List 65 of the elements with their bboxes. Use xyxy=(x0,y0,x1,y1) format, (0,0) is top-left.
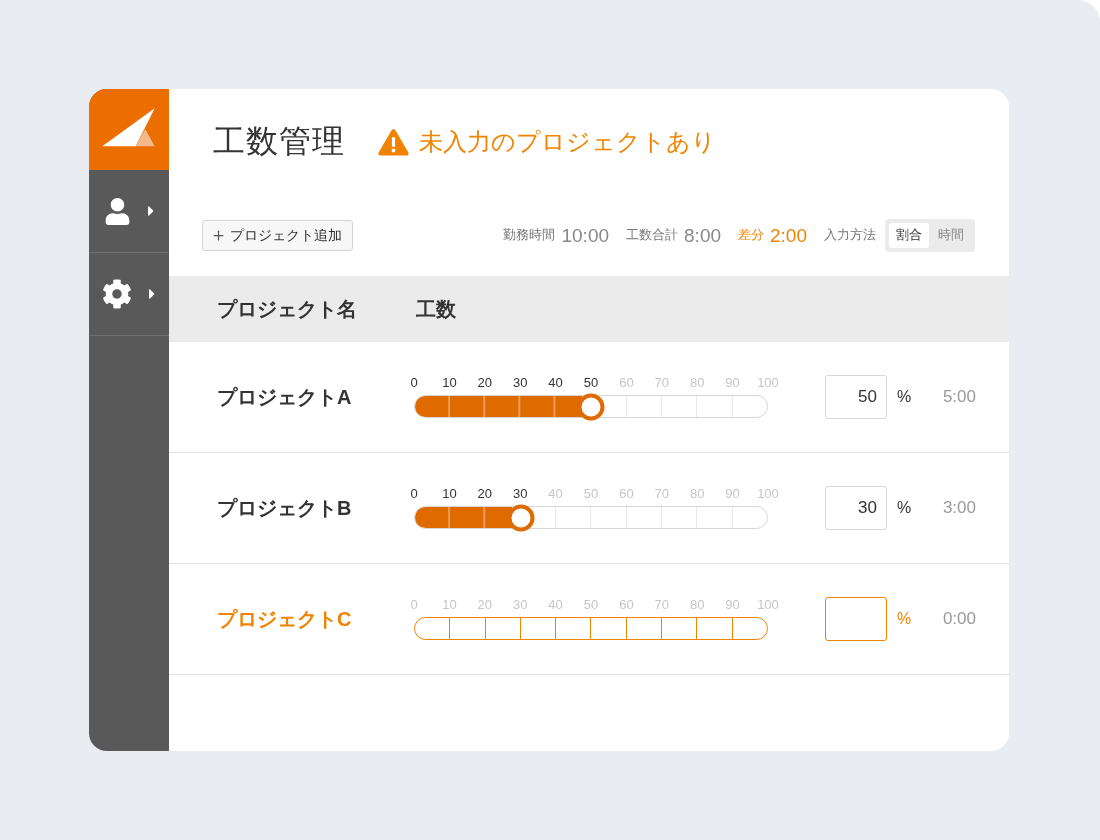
warning-icon xyxy=(378,128,409,156)
scale-label: 100 xyxy=(757,598,779,612)
stat-label: 差分 xyxy=(738,227,764,244)
scale-label: 70 xyxy=(654,598,669,612)
hours-value: 5:00 xyxy=(942,387,976,407)
stat-label: 工数合計 xyxy=(626,227,679,244)
scale-label: 50 xyxy=(583,487,599,501)
scale-label: 30 xyxy=(512,376,528,390)
stat-value: 10:00 xyxy=(561,224,610,247)
scale-label: 0 xyxy=(410,598,418,612)
scale-label: 40 xyxy=(548,598,563,612)
user-icon xyxy=(103,197,131,225)
percent-input[interactable]: 50 xyxy=(825,375,887,419)
percent-unit: % xyxy=(897,610,912,628)
plus-icon xyxy=(211,228,226,243)
project-name: プロジェクトA xyxy=(217,384,353,410)
percent-unit: % xyxy=(897,499,912,517)
scale-label: 0 xyxy=(410,376,418,390)
scale-label: 80 xyxy=(689,598,705,612)
stat-label: 勤務時間 xyxy=(503,227,556,244)
scale-label: 80 xyxy=(689,376,705,390)
scale-label: 30 xyxy=(512,487,528,501)
scale-label: 0 xyxy=(410,487,418,501)
scale-label: 10 xyxy=(442,376,457,390)
scale-label: 10 xyxy=(442,598,457,612)
slider-track[interactable] xyxy=(414,395,768,418)
stat-value: 8:00 xyxy=(684,224,721,247)
scale-label: 70 xyxy=(654,376,669,390)
scale-label: 20 xyxy=(477,487,493,501)
scale-label: 60 xyxy=(619,376,634,390)
column-header: プロジェクト名 xyxy=(217,296,358,322)
scale-label: 70 xyxy=(654,487,669,501)
scale-label: 40 xyxy=(548,487,563,501)
column-header: 工数 xyxy=(416,296,456,322)
warning-message: 未入力のプロジェクトあり xyxy=(419,127,716,157)
scale-label: 100 xyxy=(757,487,779,501)
project-name: プロジェクトC xyxy=(217,606,353,632)
hours-value: 0:00 xyxy=(942,609,976,629)
project-name: プロジェクトB xyxy=(217,495,353,521)
input-mode-label: 入力方法 xyxy=(824,227,876,244)
scale-label: 60 xyxy=(619,598,634,612)
slider-track[interactable] xyxy=(414,506,768,529)
page-title: 工数管理 xyxy=(213,122,345,161)
scale-label: 30 xyxy=(512,598,528,612)
scale-label: 60 xyxy=(619,487,634,501)
percent-unit: % xyxy=(897,388,912,406)
percent-input[interactable]: 30 xyxy=(825,486,887,530)
stat-value: 2:00 xyxy=(770,224,807,247)
scale-label: 20 xyxy=(477,376,493,390)
scale-label: 80 xyxy=(689,487,705,501)
scale-label: 40 xyxy=(548,376,563,390)
settings-icon xyxy=(102,279,132,309)
percent-input[interactable] xyxy=(825,597,887,641)
add-project-button[interactable]: プロジェクト追加 xyxy=(202,220,353,251)
mode-option[interactable]: 割合 xyxy=(889,223,929,248)
hours-value: 3:00 xyxy=(942,498,976,518)
scale-label: 20 xyxy=(477,598,493,612)
scale-label: 90 xyxy=(725,376,740,390)
scale-label: 100 xyxy=(757,376,779,390)
scale-label: 90 xyxy=(725,487,740,501)
scale-label: 10 xyxy=(442,487,457,501)
scale-label: 50 xyxy=(583,376,599,390)
scale-label: 50 xyxy=(583,598,599,612)
scale-label: 90 xyxy=(725,598,740,612)
slider-track[interactable] xyxy=(414,617,768,640)
